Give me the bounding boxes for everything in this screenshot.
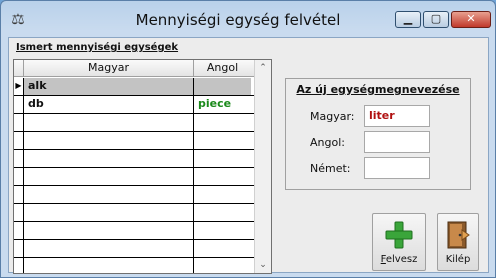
row-indicator xyxy=(14,222,24,239)
grid-header: Magyar Angol xyxy=(14,60,254,77)
cell-magyar[interactable] xyxy=(24,222,194,239)
app-window: ⚖ Mennyiségi egység felvétel ▁ ▢ ✕ Ismer… xyxy=(0,0,496,278)
table-row[interactable] xyxy=(14,114,254,132)
row-indicator xyxy=(14,240,24,257)
row-indicator xyxy=(14,186,24,203)
cell-magyar[interactable] xyxy=(24,186,194,203)
cell-magyar[interactable] xyxy=(24,114,194,131)
exit-button[interactable]: Kilép xyxy=(437,213,479,271)
table-row[interactable]: db piece xyxy=(14,96,254,114)
magyar-input[interactable]: liter xyxy=(364,105,430,127)
cell-magyar[interactable] xyxy=(24,168,194,185)
row-indicator xyxy=(14,258,24,273)
cell-magyar[interactable] xyxy=(24,150,194,167)
units-grid[interactable]: Magyar Angol ▶ alk db piece ⌃ ⌄ xyxy=(13,59,272,274)
cell-angol[interactable] xyxy=(194,132,251,149)
table-row[interactable] xyxy=(14,258,254,273)
cell-magyar[interactable] xyxy=(24,258,194,273)
row-indicator xyxy=(14,132,24,149)
cell-magyar[interactable] xyxy=(24,132,194,149)
add-button[interactable]: Felvesz xyxy=(372,213,426,271)
angol-label: Angol: xyxy=(310,136,345,149)
cell-angol[interactable] xyxy=(194,168,251,185)
cell-angol[interactable] xyxy=(194,240,251,257)
column-header-angol[interactable]: Angol xyxy=(194,60,251,77)
client-area: Ismert mennyiségi egységek Magyar Angol … xyxy=(8,37,489,274)
angol-input[interactable] xyxy=(364,131,430,153)
plus-icon xyxy=(385,221,413,249)
row-indicator xyxy=(14,204,24,221)
title-bar[interactable]: ⚖ Mennyiségi egység felvétel ▁ ▢ ✕ xyxy=(1,1,495,37)
cell-angol[interactable] xyxy=(194,78,251,95)
nemet-input[interactable] xyxy=(364,157,430,179)
cell-angol[interactable] xyxy=(194,222,251,239)
cell-angol[interactable] xyxy=(194,258,251,273)
row-indicator xyxy=(14,96,24,113)
table-row[interactable] xyxy=(14,222,254,240)
row-indicator xyxy=(14,150,24,167)
cell-magyar[interactable] xyxy=(24,240,194,257)
cell-angol[interactable] xyxy=(194,150,251,167)
vertical-scrollbar[interactable]: ⌃ ⌄ xyxy=(254,60,271,273)
table-row[interactable] xyxy=(14,186,254,204)
minimize-button[interactable]: ▁ xyxy=(395,11,421,28)
row-indicator-header xyxy=(14,60,24,77)
scroll-down-icon[interactable]: ⌄ xyxy=(255,257,271,273)
door-exit-icon xyxy=(447,221,470,249)
nemet-label: Német: xyxy=(310,162,351,175)
cell-angol[interactable] xyxy=(194,204,251,221)
magyar-label: Magyar: xyxy=(310,110,355,123)
table-row[interactable] xyxy=(14,240,254,258)
current-row-arrow-icon: ▶ xyxy=(14,78,24,95)
cell-angol[interactable] xyxy=(194,186,251,203)
close-button[interactable]: ✕ xyxy=(451,11,491,28)
cell-magyar[interactable]: db xyxy=(24,96,194,113)
cell-magyar[interactable]: alk xyxy=(24,78,194,95)
row-indicator xyxy=(14,168,24,185)
new-unit-form: Az új egységmegnevezése Magyar: liter An… xyxy=(285,78,471,190)
cell-angol[interactable]: piece xyxy=(194,96,251,113)
scroll-up-icon[interactable]: ⌃ xyxy=(255,60,271,76)
maximize-button[interactable]: ▢ xyxy=(423,11,449,28)
table-row[interactable] xyxy=(14,168,254,186)
column-header-magyar[interactable]: Magyar xyxy=(24,60,194,77)
table-row[interactable] xyxy=(14,204,254,222)
table-row[interactable] xyxy=(14,132,254,150)
cell-angol[interactable] xyxy=(194,114,251,131)
cell-magyar[interactable] xyxy=(24,204,194,221)
table-row[interactable] xyxy=(14,150,254,168)
exit-button-label: Kilép xyxy=(445,254,471,265)
known-units-label: Ismert mennyiségi egységek xyxy=(16,42,179,53)
add-button-label: Felvesz xyxy=(380,254,418,265)
new-unit-form-title: Az új egységmegnevezése xyxy=(296,83,460,96)
row-indicator xyxy=(14,114,24,131)
table-row[interactable]: ▶ alk xyxy=(14,78,254,96)
